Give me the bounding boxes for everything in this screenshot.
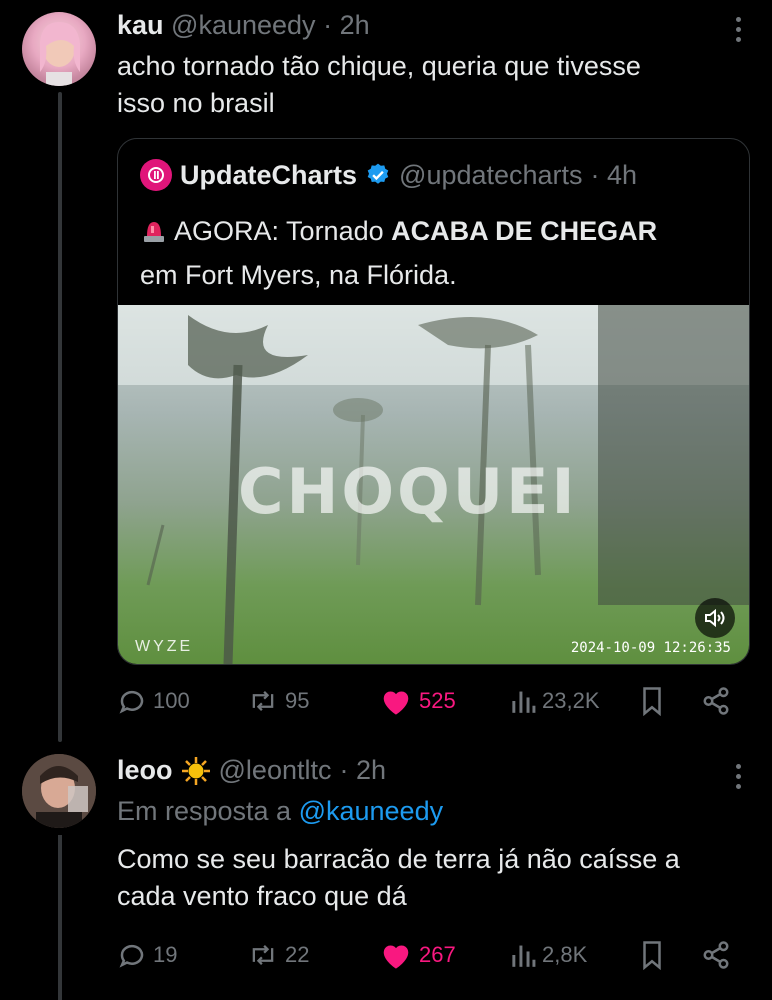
share-button[interactable] <box>701 935 731 975</box>
reply-count: 19 <box>153 942 178 967</box>
camera-brand: WYZE <box>135 638 194 655</box>
tweet-text: Como se seu barracão de terra já não caí… <box>117 841 680 915</box>
handle[interactable]: @kauneedy <box>171 10 316 40</box>
views-count: 2,8K <box>542 942 588 967</box>
repost-count: 22 <box>285 942 310 967</box>
reply-mention-link[interactable]: @kauneedy <box>299 796 444 826</box>
like-count: 525 <box>419 688 456 713</box>
avatar[interactable] <box>22 12 96 86</box>
sound-toggle-button[interactable] <box>695 598 735 638</box>
handle[interactable]: @leontltc <box>219 755 332 786</box>
views-button[interactable]: 23,2K <box>510 681 600 721</box>
speaker-icon <box>705 608 725 628</box>
like-button[interactable]: 525 <box>379 681 456 721</box>
quote-text: AGORA: Tornado ACABA DE CHEGAR em Fort M… <box>140 211 740 295</box>
sun-emoji-icon <box>181 756 210 785</box>
tweet-text-line: acho tornado tão chique, queria que tive… <box>117 51 641 81</box>
video-timestamp: 2024-10-09 12:26:35 <box>570 640 731 656</box>
more-options-icon[interactable] <box>736 17 742 47</box>
like-count: 267 <box>419 942 456 967</box>
reply-icon <box>119 944 144 968</box>
repost-icon <box>252 945 274 965</box>
bookmark-button[interactable] <box>639 681 665 721</box>
bookmark-icon <box>643 687 661 716</box>
quote-header: UpdateCharts @updatecharts · 4h <box>140 159 637 191</box>
heart-icon <box>383 691 409 715</box>
bookmark-button[interactable] <box>639 935 665 975</box>
reply-button[interactable]: 100 <box>117 681 190 721</box>
avatar[interactable] <box>22 754 96 828</box>
like-button[interactable]: 267 <box>379 935 456 975</box>
quote-handle[interactable]: @updatecharts <box>399 160 583 191</box>
tweet-text-line: isso no brasil <box>117 88 275 118</box>
reply-icon <box>119 690 144 714</box>
repost-button[interactable]: 22 <box>247 935 309 975</box>
siren-emoji-icon <box>140 215 168 255</box>
updatecharts-logo-icon <box>140 159 172 191</box>
repost-count: 95 <box>285 688 310 713</box>
verified-badge-icon <box>367 163 389 184</box>
share-icon <box>703 687 729 715</box>
more-options-icon[interactable] <box>736 764 742 794</box>
views-button[interactable]: 2,8K <box>510 935 587 975</box>
tweet-actions: 100 95 525 23,2K <box>117 681 737 721</box>
video-player[interactable]: CHOQUEI WYZE 2024-10-09 12:26:35 <box>118 305 749 664</box>
bookmark-icon <box>643 941 661 970</box>
tweet-text-line: Como se seu barracão de terra já não caí… <box>117 844 680 874</box>
tweet-text-line: cada vento fraco que dá <box>117 881 407 911</box>
reply-button[interactable]: 19 <box>117 935 177 975</box>
timestamp[interactable]: · 2h <box>323 10 370 40</box>
quote-display-name[interactable]: UpdateCharts <box>180 160 357 191</box>
tweet-text: acho tornado tão chique, queria que tive… <box>117 48 641 122</box>
quoted-tweet[interactable]: UpdateCharts @updatecharts · 4h AGORA: T… <box>117 138 750 665</box>
tweet-header: leoo @leontltc · 2h <box>117 755 386 786</box>
display-name[interactable]: leoo <box>117 755 173 786</box>
tweet-actions: 19 22 267 2,8K <box>117 935 737 975</box>
reply-context: Em resposta a @kauneedy <box>117 796 443 827</box>
share-button[interactable] <box>701 681 731 721</box>
views-icon <box>512 945 536 967</box>
views-icon <box>512 691 536 713</box>
timestamp[interactable]: · 2h <box>339 755 386 786</box>
tweet-header: kau @kauneedy · 2h <box>117 10 370 41</box>
avatar-portrait-icon <box>22 754 96 828</box>
thread-line <box>58 835 62 1000</box>
repost-icon <box>252 691 274 711</box>
repost-button[interactable]: 95 <box>247 681 309 721</box>
thread-line <box>58 92 62 742</box>
heart-icon <box>383 945 409 969</box>
share-icon <box>703 941 729 969</box>
display-name[interactable]: kau <box>117 10 164 40</box>
watermark-text: CHOQUEI <box>238 455 578 528</box>
avatar-portrait-icon <box>40 22 80 86</box>
reply-count: 100 <box>153 688 190 713</box>
quote-text-line: em Fort Myers, na Flórida. <box>140 260 457 290</box>
quote-text-prefix: AGORA: Tornado <box>174 216 392 246</box>
quote-text-bold: ACABA DE CHEGAR <box>391 216 658 246</box>
quote-timestamp[interactable]: · 4h <box>591 160 638 191</box>
views-count: 23,2K <box>542 688 600 713</box>
reply-prefix: Em resposta a <box>117 796 299 826</box>
